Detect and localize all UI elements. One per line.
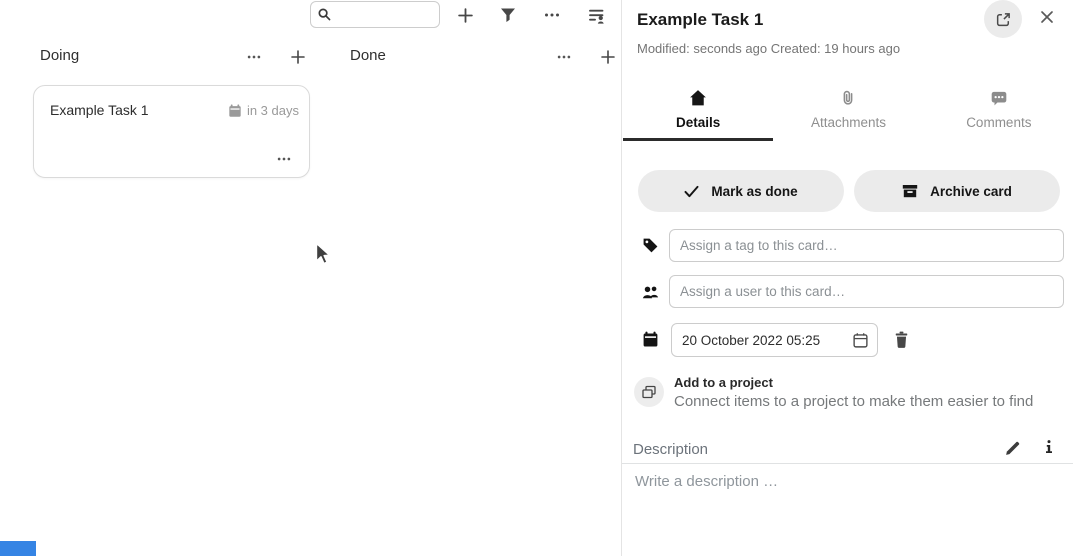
date-picker-button[interactable] [852, 332, 869, 349]
card-detail-panel: Example Task 1 Modified: seconds ago Cre… [621, 0, 1073, 556]
external-link-icon [995, 11, 1012, 28]
detail-tabs: Details Attachments Comments [623, 83, 1073, 141]
card-due-badge: in 3 days [228, 103, 299, 118]
trash-icon [893, 331, 910, 349]
app-window: Doing Example Task 1 in 3 days [0, 0, 1073, 556]
column-menu-button[interactable] [241, 44, 267, 70]
home-icon [689, 89, 707, 107]
card-menu-button[interactable] [272, 150, 296, 168]
description-label: Description [633, 441, 708, 458]
card-title: Example Task 1 [50, 102, 149, 118]
column-menu-button[interactable] [551, 44, 577, 70]
mark-as-done-button[interactable]: Mark as done [638, 170, 844, 212]
search-input[interactable] [336, 7, 436, 22]
tag-icon [642, 237, 659, 254]
tab-label: Attachments [811, 115, 886, 130]
column-title: Done [350, 47, 386, 64]
card-assign-view-button[interactable] [583, 2, 609, 28]
add-card-to-column-button[interactable] [285, 44, 311, 70]
search-icon [317, 7, 332, 22]
task-card[interactable]: Example Task 1 in 3 days [33, 85, 310, 178]
column-title: Doing [40, 47, 79, 64]
info-icon [1042, 439, 1056, 455]
add-to-project-title: Add to a project [674, 375, 773, 390]
button-label: Mark as done [711, 184, 797, 199]
card-due-text: in 3 days [247, 103, 299, 118]
stacked-windows-icon [641, 384, 657, 400]
kanban-board: Doing Example Task 1 in 3 days [0, 0, 621, 556]
tab-label: Comments [966, 115, 1031, 130]
search-box[interactable] [310, 1, 440, 28]
archive-icon [902, 183, 918, 199]
add-to-project-button[interactable] [634, 377, 664, 407]
filter-button[interactable] [495, 2, 521, 28]
close-icon [1039, 9, 1055, 25]
divider [622, 463, 1073, 464]
remove-due-date-button[interactable] [891, 330, 911, 350]
panel-meta: Modified: seconds ago Created: 19 hours … [637, 41, 900, 56]
edit-description-button[interactable] [1001, 437, 1023, 459]
tab-label: Details [676, 115, 720, 130]
archive-card-button[interactable]: Archive card [854, 170, 1060, 212]
calendar-icon [228, 104, 242, 118]
tab-attachments[interactable]: Attachments [773, 83, 923, 141]
add-card-to-column-button[interactable] [595, 44, 621, 70]
board-menu-button[interactable] [539, 2, 565, 28]
info-icon-button[interactable] [1038, 436, 1060, 458]
assign-tag-input[interactable] [669, 229, 1064, 262]
due-date-value: 20 October 2022 05:25 [682, 333, 846, 348]
chat-icon [990, 89, 1008, 107]
calendar-outline-icon [852, 332, 869, 349]
panel-title: Example Task 1 [637, 10, 763, 30]
users-icon [642, 284, 659, 301]
paperclip-icon [839, 89, 857, 107]
add-to-project-subtitle: Connect items to a project to make them … [674, 393, 1033, 410]
mouse-cursor-icon [315, 242, 335, 268]
open-in-window-button[interactable] [984, 0, 1022, 38]
assign-user-input[interactable] [669, 275, 1064, 308]
close-panel-button[interactable] [1033, 3, 1061, 31]
tab-comments[interactable]: Comments [924, 83, 1073, 141]
pencil-icon [1004, 440, 1021, 457]
add-card-button[interactable] [452, 2, 478, 28]
description-placeholder[interactable]: Write a description … [635, 473, 778, 490]
check-icon [684, 185, 699, 198]
tab-details[interactable]: Details [623, 83, 773, 141]
calendar-icon [642, 331, 659, 348]
due-date-field[interactable]: 20 October 2022 05:25 [671, 323, 878, 357]
button-label: Archive card [930, 184, 1012, 199]
accent-rect [0, 541, 36, 556]
